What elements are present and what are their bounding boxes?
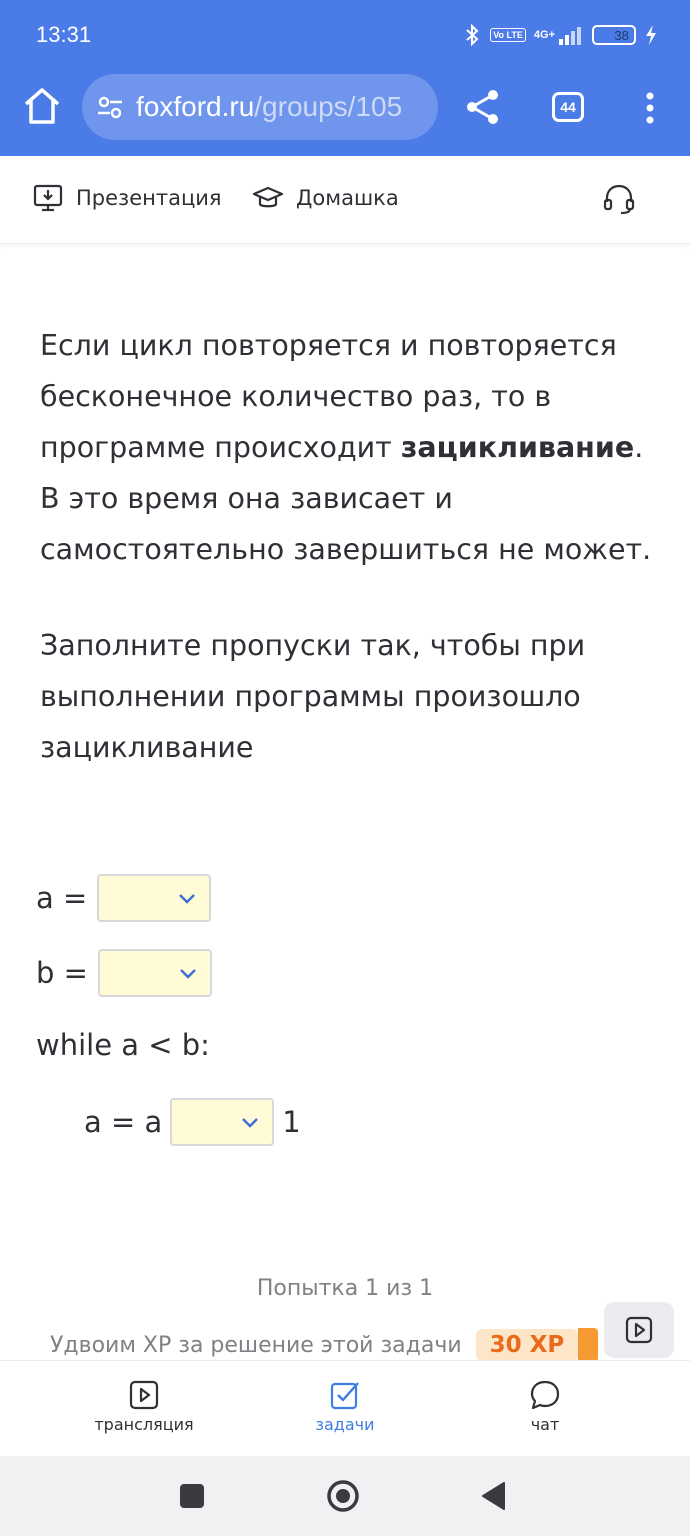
square-icon (180, 1484, 204, 1508)
volte-icon: Vo LTE (490, 28, 526, 42)
xp-promo: Удвоим XP за решение этой задачи 30 XP (50, 1328, 599, 1362)
intro-bold-term: зацикливание (400, 431, 635, 464)
task-intro-text: Если цикл повторяется и повторяется беск… (40, 320, 660, 575)
tab-chat[interactable]: чат (465, 1379, 625, 1434)
url-domain: foxford.ru (136, 91, 255, 122)
video-floating-button[interactable] (604, 1302, 674, 1358)
url-text: foxford.ru/groups/105 (136, 91, 402, 123)
circle-icon (327, 1480, 359, 1512)
browser-menu-button[interactable] (636, 90, 664, 126)
site-settings-icon[interactable] (96, 93, 124, 121)
code-increment-prefix: a = a (84, 1105, 163, 1139)
charging-icon (644, 24, 658, 46)
battery-level: 38 (614, 27, 629, 43)
address-bar[interactable]: foxford.ru/groups/105 (82, 74, 438, 140)
code-increment-suffix: 1 (282, 1105, 301, 1139)
back-triangle-icon (482, 1482, 505, 1510)
task-instruction: Заполните пропуски так, чтобы при выполн… (40, 629, 586, 764)
tab-chat-label: чат (530, 1415, 560, 1434)
headset-icon (603, 184, 635, 215)
play-square-icon (625, 1316, 653, 1344)
browser-chrome: 13:31 Vo LTE 4G+ 38 foxford.ru/groups/10… (0, 0, 690, 156)
bottom-tab-bar: трансляция задачи чат (0, 1360, 690, 1456)
home-system-button[interactable] (325, 1478, 361, 1514)
home-icon (24, 88, 60, 124)
tab-tasks-label: задачи (315, 1415, 375, 1434)
dropdown-operator[interactable] (170, 1098, 275, 1146)
share-button[interactable] (462, 86, 504, 128)
dropdown-a-value[interactable] (97, 874, 212, 922)
chevron-down-icon (180, 969, 196, 979)
play-square-icon (129, 1380, 159, 1410)
code-line-b: b = (36, 949, 212, 997)
chat-bubble-icon (530, 1380, 560, 1410)
tab-stream-label: трансляция (94, 1415, 194, 1434)
presentation-label: Презентация (76, 186, 222, 210)
xp-badge-secondary (578, 1328, 599, 1362)
tab-tasks[interactable]: задачи (265, 1379, 425, 1434)
chevron-down-icon (242, 1118, 259, 1128)
code-while: while a < b: (36, 1028, 210, 1062)
share-icon (467, 90, 498, 124)
tab-stream[interactable]: трансляция (64, 1379, 224, 1434)
code-line-while: while a < b: (36, 1028, 210, 1062)
recent-apps-button[interactable] (174, 1478, 210, 1514)
presentation-link[interactable]: Презентация (32, 182, 222, 214)
battery-icon: 38 (592, 25, 636, 45)
url-path: /groups/105 (254, 91, 403, 122)
tabs-count-button[interactable]: 44 (552, 92, 584, 122)
homework-link[interactable]: Домашка (252, 182, 399, 214)
bluetooth-icon (462, 24, 482, 46)
code-line-a: a = (36, 874, 212, 922)
homework-label: Домашка (296, 186, 399, 210)
system-nav-bar (0, 1456, 690, 1536)
status-icons: Vo LTE 4G+ 38 (462, 20, 658, 50)
attempt-counter: Попытка 1 из 1 (256, 1276, 434, 1301)
back-button[interactable] (476, 1478, 512, 1514)
lesson-top-nav: Презентация Домашка (0, 156, 690, 244)
status-time: 13:31 (36, 22, 92, 47)
url-bar-row: foxford.ru/groups/105 44 (0, 72, 690, 144)
code-b-prefix: b = (36, 956, 88, 990)
network-type: 4G+ (533, 29, 555, 41)
more-vertical-icon (646, 92, 654, 124)
home-button[interactable] (20, 82, 64, 130)
graduation-cap-icon (252, 186, 284, 208)
chevron-down-icon (179, 894, 196, 904)
code-a-prefix: a = (36, 881, 88, 915)
download-monitor-icon (33, 184, 63, 212)
code-line-increment: a = a 1 (84, 1098, 301, 1146)
support-button[interactable] (602, 182, 636, 216)
signal-icon: 4G+ (534, 25, 584, 45)
status-bar: 13:31 Vo LTE 4G+ 38 (0, 0, 690, 70)
xp-badge: 30 XP (475, 1329, 579, 1361)
dropdown-b-value[interactable] (97, 949, 212, 997)
checkbox-icon (330, 1382, 359, 1410)
task-card: Если цикл повторяется и повторяется беск… (4, 248, 686, 1360)
xp-promo-text: Удвоим XP за решение этой задачи (50, 1332, 462, 1358)
